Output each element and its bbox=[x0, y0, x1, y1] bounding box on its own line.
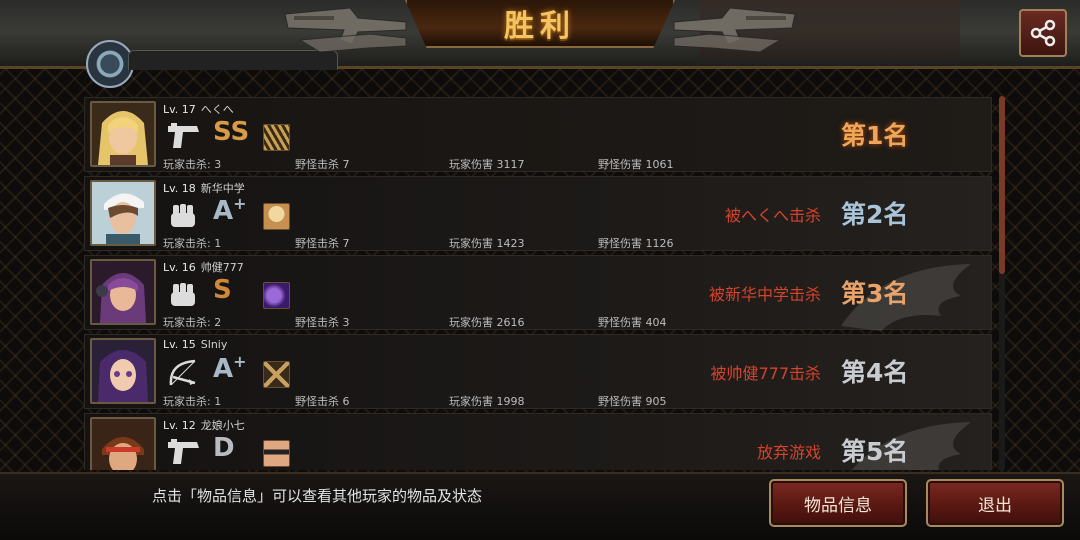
player-row[interactable]: Lv. 17 へくへ SS 玩家击杀: 3 野怪击杀 7 玩家伤害 3117 野怪… bbox=[84, 97, 992, 172]
player-damage: 玩家伤害 1998 bbox=[449, 395, 525, 408]
purple-item-icon[interactable] bbox=[263, 282, 290, 309]
results-list[interactable]: Lv. 17 へくへ SS 玩家击杀: 3 野怪击杀 7 玩家伤害 3117 野怪… bbox=[84, 97, 992, 470]
crossed-item-icon[interactable] bbox=[263, 361, 290, 388]
bullets-item-icon[interactable] bbox=[263, 124, 290, 151]
grade-badge: S bbox=[213, 275, 232, 305]
rank-label: 第2名 bbox=[841, 200, 909, 229]
winged-pistols-left-icon bbox=[284, 7, 407, 53]
emblem-icon bbox=[86, 40, 134, 88]
title-plate: 胜利 bbox=[405, 0, 675, 48]
pistol-icon bbox=[168, 123, 199, 148]
player-level: Lv. 16 帅健777 bbox=[163, 261, 244, 274]
grade-badge: SS bbox=[213, 117, 250, 147]
player-kills: 玩家击杀: 2 bbox=[163, 316, 222, 329]
player-level: Lv. 15 Slniy bbox=[163, 338, 228, 351]
player-kills: 玩家击杀: 3 bbox=[163, 158, 222, 171]
player-damage: 玩家伤害 1423 bbox=[449, 237, 525, 250]
player-name: 龙娘小七 bbox=[200, 419, 245, 432]
fist-icon bbox=[171, 283, 195, 306]
killed-by-text: 被新华中学击杀 bbox=[708, 285, 821, 304]
player-name: へくへ bbox=[200, 103, 234, 116]
monster-damage: 野怪伤害 905 bbox=[598, 395, 667, 408]
player-avatar bbox=[90, 259, 156, 325]
player-row[interactable]: Lv. 15 Slniy A+ 玩家击杀: 1 野怪击杀 6 玩家伤害 1998 … bbox=[84, 334, 992, 409]
grade-badge: A+ bbox=[213, 194, 247, 226]
player-avatar bbox=[90, 180, 156, 246]
monster-kills: 野怪击杀 3 bbox=[295, 316, 350, 329]
bow-icon bbox=[169, 359, 196, 386]
killed-by-text: 放弃游戏 bbox=[756, 443, 821, 462]
title-banner: 胜利 bbox=[280, 0, 800, 60]
player-name: 帅健777 bbox=[200, 261, 244, 274]
player-name: Slniy bbox=[200, 338, 228, 351]
page-title: 胜利 bbox=[504, 9, 576, 44]
monster-kills: 野怪击杀 7 bbox=[295, 237, 350, 250]
hint-text: 点击「物品信息」可以查看其他玩家的物品及状态 bbox=[152, 487, 483, 505]
grade-badge: D bbox=[213, 433, 235, 463]
monster-damage: 野怪伤害 404 bbox=[598, 316, 667, 329]
player-damage: 玩家伤害 2616 bbox=[449, 316, 525, 329]
player-avatar bbox=[90, 417, 156, 470]
monster-kills: 野怪击杀 6 bbox=[295, 395, 350, 408]
player-row[interactable]: Lv. 18 新华中学 A+ 玩家击杀: 1 野怪击杀 7 玩家伤害 1423 野… bbox=[84, 176, 992, 251]
player-level: Lv. 17 へくへ bbox=[163, 103, 234, 116]
player-avatar bbox=[90, 338, 156, 404]
player-kills: 玩家击杀: 1 bbox=[163, 395, 222, 408]
rank-label: 第5名 bbox=[841, 437, 909, 466]
killed-by-text: 被へくへ击杀 bbox=[724, 206, 821, 225]
portrait-item-icon[interactable] bbox=[263, 203, 290, 230]
rank-label: 第4名 bbox=[841, 358, 909, 387]
rank-label: 第1名 bbox=[841, 121, 909, 150]
player-row[interactable]: Lv. 12 龙娘小七 D 放弃游戏 第5名 bbox=[84, 413, 992, 470]
player-damage: 玩家伤害 3117 bbox=[449, 158, 525, 171]
grade-badge: A+ bbox=[213, 352, 247, 384]
item-info-button[interactable]: 物品信息 bbox=[769, 479, 907, 527]
rank-label: 第3名 bbox=[841, 279, 909, 308]
exit-button[interactable]: 退出 bbox=[926, 479, 1064, 527]
share-button[interactable] bbox=[1019, 9, 1067, 57]
player-kills: 玩家击杀: 1 bbox=[163, 237, 222, 250]
winged-pistols-right-icon bbox=[673, 7, 796, 53]
player-avatar bbox=[90, 101, 156, 167]
list-scrollbar[interactable] bbox=[999, 96, 1005, 471]
killed-by-text: 被帅健777击杀 bbox=[710, 364, 821, 383]
player-row[interactable]: Lv. 16 帅健777 S 玩家击杀: 2 野怪击杀 3 玩家伤害 2616 野… bbox=[84, 255, 992, 331]
fist-icon bbox=[171, 204, 195, 227]
player-level: Lv. 12 龙娘小七 bbox=[163, 419, 245, 432]
monster-damage: 野怪伤害 1061 bbox=[598, 158, 674, 171]
monster-damage: 野怪伤害 1126 bbox=[598, 237, 674, 250]
monster-kills: 野怪击杀 7 bbox=[295, 158, 350, 171]
bottom-bar bbox=[0, 472, 1080, 540]
scrollbar-thumb[interactable] bbox=[999, 96, 1005, 274]
pistol-icon bbox=[168, 439, 199, 464]
share-icon bbox=[1030, 19, 1056, 47]
sunglasses-item-icon[interactable] bbox=[263, 440, 290, 467]
